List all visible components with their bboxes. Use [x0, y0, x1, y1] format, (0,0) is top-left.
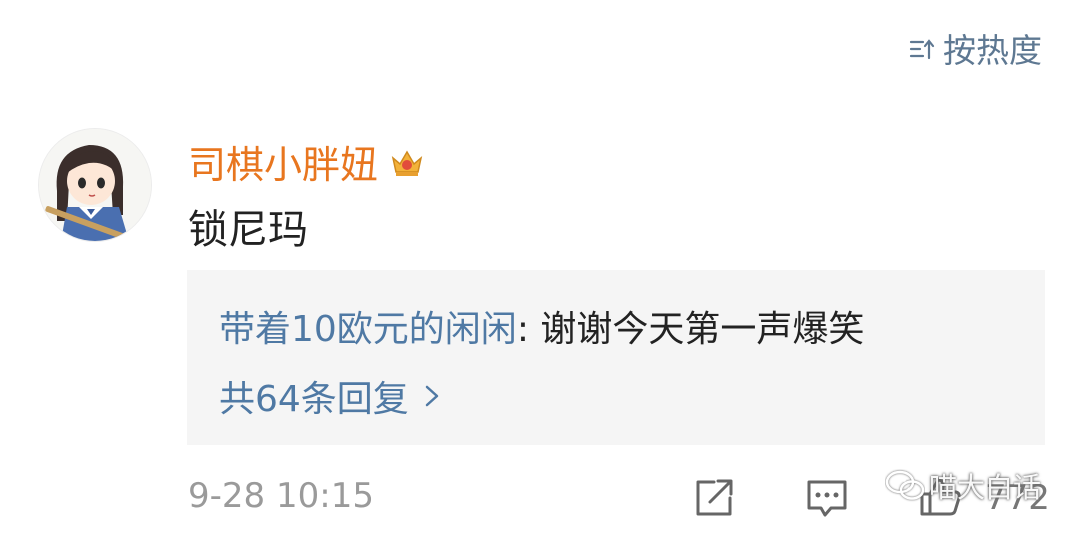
reply-author[interactable]: 带着10欧元的闲闲 — [219, 309, 517, 350]
watermark-text: 喵大白话 — [929, 471, 1042, 504]
sort-icon — [909, 39, 935, 60]
reply-text: 谢谢今天第一声爆笑 — [540, 309, 865, 350]
reply-preview[interactable]: 带着10欧元的闲闲: 谢谢今天第一声爆笑 共64条回复 — [187, 270, 1045, 445]
username-text: 司棋小胖妞 — [188, 143, 379, 187]
sort-by-hot-button[interactable]: 按热度 — [909, 24, 1042, 72]
wechat-icon — [885, 470, 925, 500]
view-replies-link[interactable]: 共64条回复 — [219, 370, 441, 422]
chevron-right-icon — [425, 385, 439, 407]
username[interactable]: 司棋小胖妞 — [188, 134, 424, 189]
share-icon[interactable] — [692, 476, 736, 518]
user-avatar[interactable] — [38, 128, 152, 242]
avatar-illustration — [39, 129, 151, 241]
reply-count-label: 共64条回复 — [219, 379, 409, 420]
reply-separator: : — [516, 309, 529, 350]
crown-badge-icon — [391, 150, 423, 176]
watermark: 喵大白话 — [885, 466, 1041, 506]
comment-text: 锁尼玛 — [188, 207, 308, 253]
comment-timestamp: 9-28 10:15 — [188, 476, 374, 516]
reply-line: 带着10欧元的闲闲: 谢谢今天第一声爆笑 — [219, 300, 864, 352]
sort-label: 按热度 — [943, 31, 1042, 70]
comment-icon[interactable] — [805, 476, 849, 518]
